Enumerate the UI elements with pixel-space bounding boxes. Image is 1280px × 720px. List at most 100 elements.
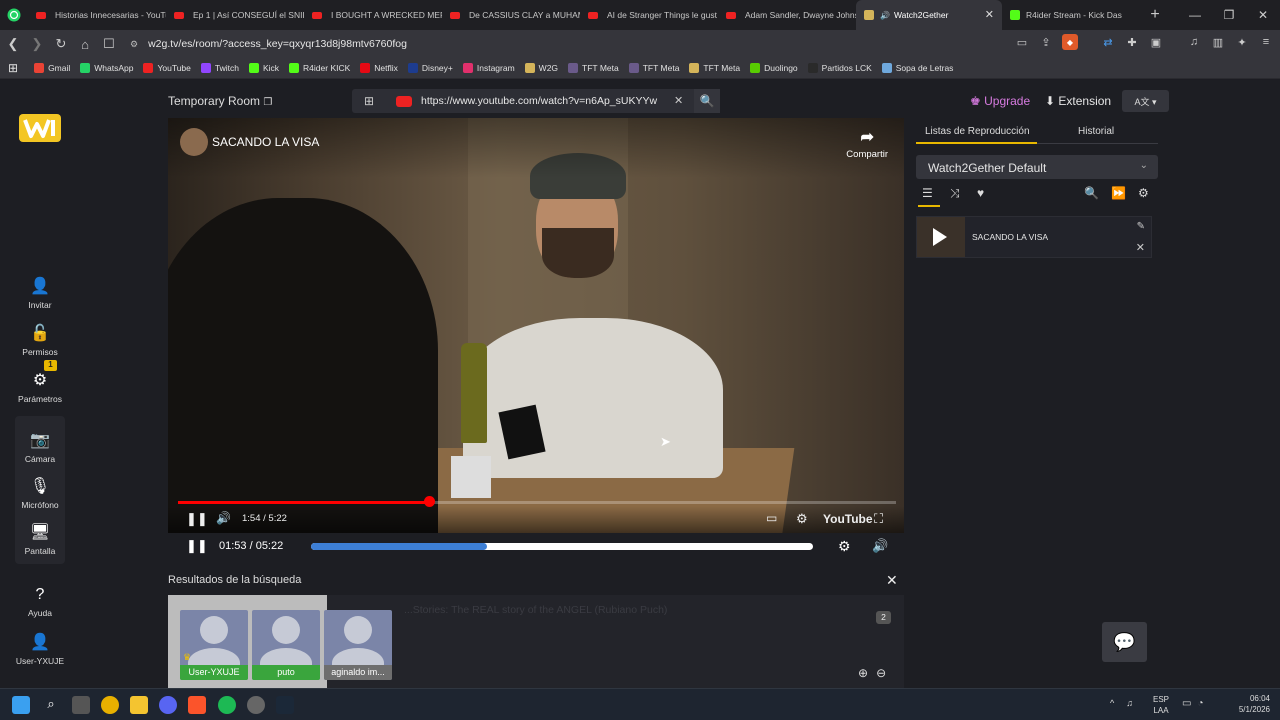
media-icon[interactable]: ♫: [1186, 34, 1202, 50]
whatsapp-tab-icon[interactable]: [0, 0, 28, 30]
video-search-input[interactable]: ⊞ https://www.youtube.com/watch?v=n6Ap_s…: [352, 89, 720, 113]
close-results-icon[interactable]: ✕: [886, 572, 898, 589]
language-indicator[interactable]: ESP LAA: [1153, 694, 1169, 716]
bookmark-item[interactable]: Netflix: [360, 63, 398, 73]
volume-icon[interactable]: 🔊: [872, 538, 888, 554]
chrome-icon[interactable]: [101, 696, 119, 714]
list-icon[interactable]: ☰: [922, 186, 933, 200]
bookmark-item[interactable]: Gmail: [34, 63, 70, 73]
playlist-item[interactable]: SACANDO LA VISA ✎ ✕: [916, 216, 1152, 258]
extension-button[interactable]: ⬇ Extension: [1045, 94, 1111, 108]
bookmark-item[interactable]: WhatsApp: [80, 63, 133, 73]
tab-playlists[interactable]: Listas de Reproducción: [925, 126, 1030, 137]
settings-icon[interactable]: ⚙: [796, 511, 808, 527]
subtitles-icon[interactable]: ▭: [766, 511, 777, 525]
sidebar-item-ayuda[interactable]: ? Ayuda: [0, 586, 80, 618]
close-icon[interactable]: ✕: [1136, 241, 1145, 254]
heart-icon[interactable]: ♥: [977, 186, 984, 200]
room-title[interactable]: Temporary Room ❐: [168, 94, 272, 108]
copy-icon[interactable]: ❐: [263, 97, 272, 108]
user-tile[interactable]: puto: [252, 610, 320, 680]
share-button[interactable]: ➦ Compartir: [846, 127, 888, 160]
chat-button[interactable]: 💬: [1102, 622, 1147, 662]
bookmark-item[interactable]: Duolingo: [750, 63, 798, 73]
zoom-in-icon[interactable]: ⊕: [858, 666, 876, 680]
share-icon[interactable]: ⇪: [1038, 34, 1054, 50]
youtube-logo[interactable]: YouTube: [823, 512, 873, 526]
upgrade-button[interactable]: ♚ Upgrade: [970, 94, 1030, 108]
bookmark-icon[interactable]: ☐: [98, 36, 120, 52]
sidebar-icon[interactable]: ▥: [1210, 34, 1226, 50]
w2g-logo-icon[interactable]: [19, 114, 61, 142]
search-icon[interactable]: ⌕: [42, 696, 60, 714]
new-tab-button[interactable]: +: [1140, 6, 1170, 24]
sidebar-item-parametros[interactable]: ⚙ Parámetros: [0, 370, 80, 404]
back-icon[interactable]: ❮: [2, 36, 24, 52]
file-explorer-icon[interactable]: [130, 696, 148, 714]
brave-shield-icon[interactable]: ◆: [1062, 34, 1078, 50]
video-player[interactable]: SACANDO LA VISA ➦ Compartir ❚❚ 🔊 1:54 / 5…: [168, 118, 904, 533]
shuffle-icon[interactable]: ⤨: [950, 186, 960, 201]
bookmark-item[interactable]: Partidos LCK: [807, 63, 872, 73]
reload-icon[interactable]: ↻: [50, 36, 72, 52]
browser-tab[interactable]: R4ider Stream - Kick Das: [1002, 0, 1140, 30]
browser-tab[interactable]: De CASSIUS CLAY a MUHAM: [442, 0, 580, 30]
browser-tab[interactable]: AI de Stranger Things le gust: [580, 0, 718, 30]
bookmark-item[interactable]: TFT Meta: [689, 63, 740, 73]
bookmark-item[interactable]: Sopa de Letras: [881, 63, 953, 73]
sidebar-item-pantalla[interactable]: 🖥 Pantalla: [0, 522, 80, 556]
extensions-icon[interactable]: ✚: [1124, 34, 1140, 50]
playlist-item-thumbnail[interactable]: [917, 217, 965, 257]
bookmark-item[interactable]: YouTube: [143, 63, 191, 73]
user-tile[interactable]: aginaldo im...: [324, 610, 392, 680]
network-volume-icon[interactable]: ▭◔: [1182, 698, 1210, 709]
bookmark-item[interactable]: Instagram: [462, 63, 515, 73]
pause-button[interactable]: ❚❚: [186, 538, 208, 554]
forward-icon[interactable]: ❯: [26, 36, 48, 52]
translate-icon[interactable]: ⇄: [1100, 34, 1116, 50]
sidebar-item-camara[interactable]: 📷 Cámara: [0, 430, 80, 464]
close-tab-icon[interactable]: ✕: [985, 8, 994, 21]
grid-icon[interactable]: ⊞: [352, 94, 386, 108]
brave-icon[interactable]: [188, 696, 206, 714]
restore-icon[interactable]: ❐: [1212, 8, 1246, 22]
bookmark-item[interactable]: Disney+: [407, 63, 453, 73]
skip-icon[interactable]: ⏩: [1111, 186, 1126, 200]
bookmark-item[interactable]: TFT Meta: [568, 63, 619, 73]
steam-icon[interactable]: [276, 696, 294, 714]
w2g-progress-bar[interactable]: [311, 543, 813, 550]
fullscreen-icon[interactable]: ⛶: [874, 511, 883, 527]
bookmark-item[interactable]: W2G: [524, 63, 558, 73]
browser-tab[interactable]: Historias Innecesarias - YouTu: [28, 0, 166, 30]
volume-icon[interactable]: 🔊: [216, 511, 231, 525]
bookmark-item[interactable]: Twitch: [200, 63, 239, 73]
discord-icon[interactable]: [159, 696, 177, 714]
result-title[interactable]: ...Stories: The REAL story of the ANGEL …: [404, 604, 667, 616]
gear-icon[interactable]: ⚙: [838, 538, 851, 555]
apps-icon[interactable]: ⊞: [8, 61, 18, 75]
sidebar-item-permisos[interactable]: 🔓 Permisos: [0, 323, 80, 357]
menu-icon[interactable]: ≡: [1258, 34, 1274, 50]
browser-tab[interactable]: Ep 1 | Así CONSEGUÍ el SNIP: [166, 0, 304, 30]
home-icon[interactable]: ⌂: [74, 37, 96, 52]
sidebar-item-microfono[interactable]: 🎙 Micrófono: [0, 476, 80, 510]
screenshot-icon[interactable]: ▣: [1148, 34, 1164, 50]
browser-tab-active[interactable]: 🔊 Watch2Gether ✕: [856, 0, 1002, 30]
bookmark-item[interactable]: Kick: [248, 63, 279, 73]
playlist-select[interactable]: Watch2Gether Default ⌄: [916, 155, 1158, 179]
sidebar-item-user[interactable]: 👤 User-YXUJE: [0, 632, 80, 666]
leo-icon[interactable]: ✦: [1234, 34, 1250, 50]
clear-icon[interactable]: ✕: [674, 94, 683, 107]
system-tray-icons[interactable]: ^♫: [1110, 698, 1145, 708]
search-icon[interactable]: 🔍: [1084, 186, 1099, 200]
tab-history[interactable]: Historial: [1078, 126, 1114, 137]
clock[interactable]: 06:04 5/1/2026: [1239, 693, 1270, 715]
sidebar-item-invitar[interactable]: 👤 Invitar: [0, 276, 80, 310]
cast-icon[interactable]: ▭: [1014, 34, 1030, 50]
app-icon[interactable]: [247, 696, 265, 714]
address-bar[interactable]: ⚙ w2g.tv/es/room/?access_key=qxyqr13d8j9…: [118, 33, 1024, 55]
language-select[interactable]: A文 ▾: [1122, 90, 1169, 112]
windows-start-icon[interactable]: [12, 696, 30, 714]
yt-progress-bar[interactable]: [178, 501, 896, 504]
zoom-out-icon[interactable]: ⊖: [876, 666, 894, 680]
